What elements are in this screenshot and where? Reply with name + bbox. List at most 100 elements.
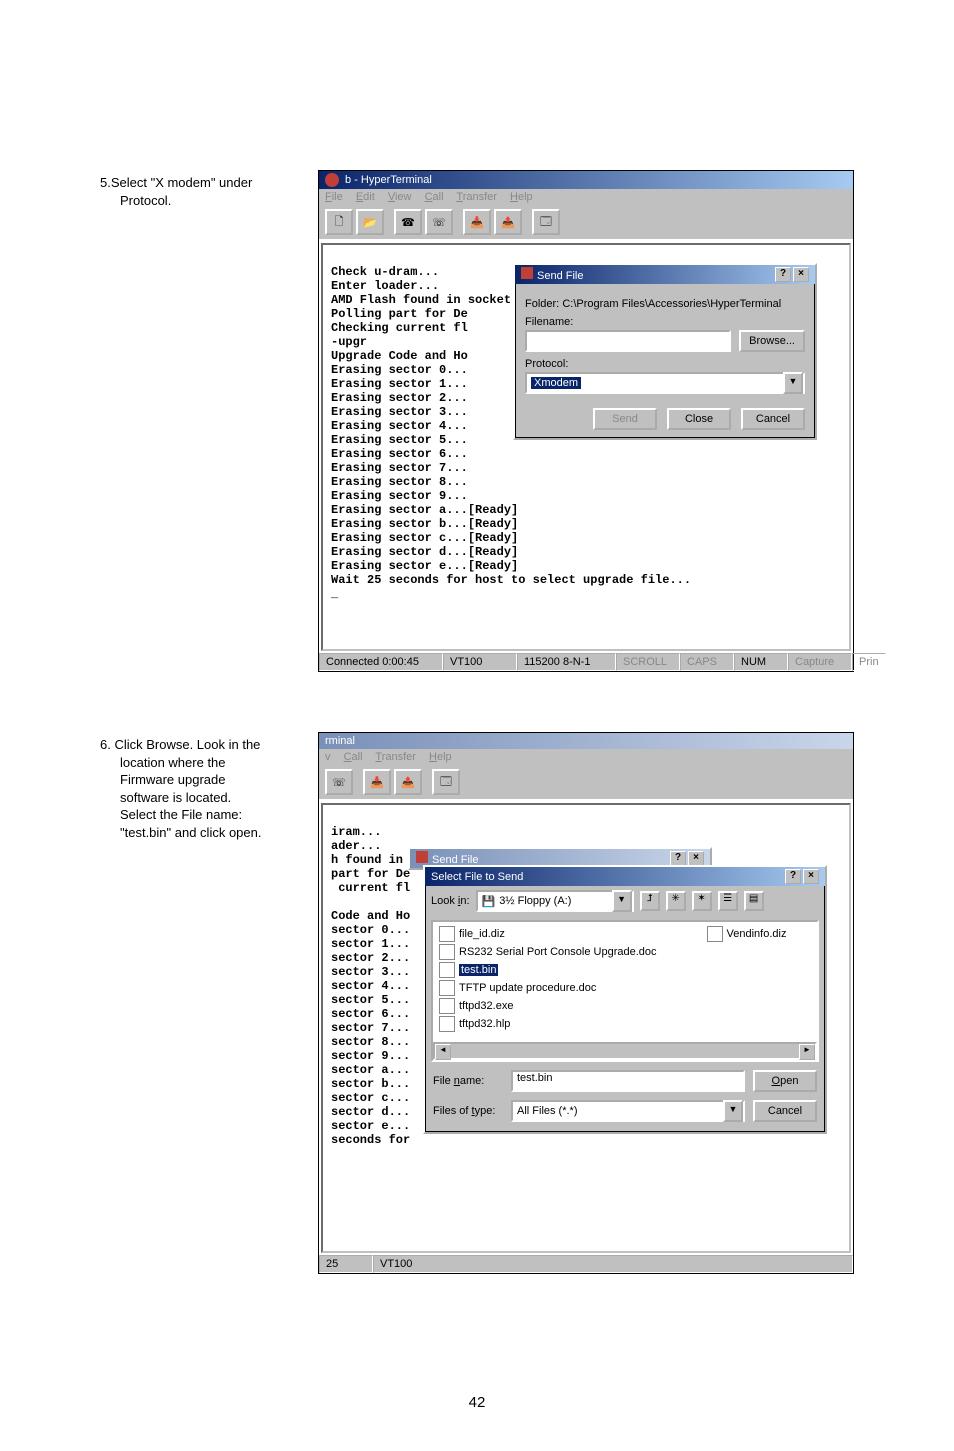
help-button[interactable]: ? bbox=[775, 267, 791, 282]
hyperterminal-icon bbox=[325, 173, 339, 187]
menu-v[interactable]: v bbox=[325, 751, 331, 763]
screenshot-2: rminal v Call Transfer Help ☏ 📥 📤 🗔 iram… bbox=[318, 732, 854, 1274]
toolbar-new-icon[interactable]: 🗋 bbox=[325, 209, 353, 235]
menu-help[interactable]: Help bbox=[510, 191, 533, 203]
status-scroll: SCROLL bbox=[616, 653, 680, 671]
toolbar-call-icon[interactable]: ☎ bbox=[394, 209, 422, 235]
close-button[interactable]: × bbox=[688, 851, 704, 866]
step-6-row: 6. Click Browse. Look in the location wh… bbox=[100, 732, 854, 1274]
step-6-head: 6. Click Browse. Look in the bbox=[100, 736, 300, 754]
scroll-left-icon[interactable]: ◄ bbox=[435, 1044, 451, 1060]
menu-edit[interactable]: Edit bbox=[356, 191, 375, 203]
file-col-right: Vendinfo.diz bbox=[707, 926, 787, 1056]
toolbar-sep bbox=[425, 769, 429, 795]
menu-call[interactable]: Call bbox=[425, 191, 444, 203]
toolbar-send-icon[interactable]: 📥 bbox=[363, 769, 391, 795]
menu-call[interactable]: Call bbox=[344, 751, 363, 763]
cancel-button[interactable]: Cancel bbox=[753, 1100, 817, 1122]
toolbar-receive-icon[interactable]: 📤 bbox=[394, 769, 422, 795]
file-name: RS232 Serial Port Console Upgrade.doc bbox=[459, 946, 657, 958]
page: 5.Select "X modem" under Protocol. b - H… bbox=[0, 0, 954, 1451]
window-title: rminal bbox=[325, 735, 355, 747]
filetype-select[interactable]: All Files (*.*) ▼ bbox=[511, 1100, 745, 1122]
menu-help[interactable]: Help bbox=[429, 751, 452, 763]
file-item[interactable]: tftpd32.hlp bbox=[439, 1016, 657, 1032]
toolbar-receive-icon[interactable]: 📤 bbox=[494, 209, 522, 235]
dialog-body: Folder: C:\Program Files\Accessories\Hyp… bbox=[515, 284, 815, 438]
window-titlebar: rminal bbox=[319, 733, 853, 749]
up-folder-icon[interactable]: ⮥ bbox=[640, 891, 660, 911]
file-item[interactable]: RS232 Serial Port Console Upgrade.doc bbox=[439, 944, 657, 960]
folder-value: C:\Program Files\Accessories\HyperTermin… bbox=[562, 298, 781, 310]
dropdown-icon[interactable]: ▼ bbox=[612, 890, 632, 912]
filename-input[interactable]: test.bin bbox=[511, 1070, 745, 1092]
select-file-dialog: Select File to Send ? × Look in: 💾3½ Flo… bbox=[423, 865, 827, 1134]
file-icon bbox=[439, 926, 455, 942]
dialog-title-buttons: ? × bbox=[670, 851, 704, 866]
window-title: b - HyperTerminal bbox=[345, 174, 432, 186]
status-caps: CAPS bbox=[680, 653, 734, 671]
list-view-icon[interactable]: ☰ bbox=[718, 891, 738, 911]
statusbar: Connected 0:00:45 VT100 115200 8-N-1 SCR… bbox=[319, 653, 853, 671]
protocol-row: Xmodem ▼ bbox=[525, 372, 805, 394]
toolbar-props-icon[interactable]: 🗔 bbox=[432, 769, 460, 795]
detail-view-icon[interactable]: ▤ bbox=[744, 891, 764, 911]
toolbar: ☏ 📥 📤 🗔 bbox=[319, 765, 853, 801]
fb-toolbar: Look in: 💾3½ Floppy (A:) ▼ ⮥ ✳ ✶ ☰ ▤ bbox=[425, 886, 825, 916]
dialog-title-buttons: ? × bbox=[785, 869, 819, 884]
help-button[interactable]: ? bbox=[785, 869, 801, 884]
filename-input[interactable] bbox=[525, 330, 731, 352]
floppy-icon: 💾 bbox=[482, 895, 496, 908]
exe-icon bbox=[439, 998, 455, 1014]
menu-file[interactable]: File bbox=[325, 191, 343, 203]
close-button[interactable]: × bbox=[803, 869, 819, 884]
new-folder-icon[interactable]: ✶ bbox=[692, 891, 712, 911]
filetype-label: Files of type: bbox=[433, 1105, 503, 1117]
toolbar-props-icon[interactable]: 🗔 bbox=[532, 209, 560, 235]
open-button[interactable]: Open bbox=[753, 1070, 817, 1092]
send-button[interactable]: Send bbox=[593, 408, 657, 430]
file-item[interactable]: TFTP update procedure.doc bbox=[439, 980, 657, 996]
filename-label: Filename: bbox=[525, 316, 805, 328]
file-item[interactable]: Vendinfo.diz bbox=[707, 926, 787, 942]
browse-button[interactable]: Browse... bbox=[739, 330, 805, 352]
dialog-title: Send File bbox=[537, 270, 583, 282]
file-list[interactable]: file_id.diz RS232 Serial Port Console Up… bbox=[431, 920, 819, 1062]
step-5-head: 5.Select "X modem" under bbox=[100, 174, 300, 192]
close-button[interactable]: × bbox=[793, 267, 809, 282]
file-item[interactable]: file_id.diz bbox=[439, 926, 657, 942]
close-dlg-button[interactable]: Close bbox=[667, 408, 731, 430]
window-titlebar: b - HyperTerminal bbox=[319, 171, 853, 189]
terminal-area: iram... ader... h found in socket part f… bbox=[321, 803, 851, 1253]
desktop-icon[interactable]: ✳ bbox=[666, 891, 686, 911]
doc-icon bbox=[439, 980, 455, 996]
file-item-selected[interactable]: test.bin bbox=[439, 962, 657, 978]
scroll-right-icon[interactable]: ► bbox=[799, 1044, 815, 1060]
cancel-button[interactable]: Cancel bbox=[741, 408, 805, 430]
h-scrollbar[interactable]: ◄► bbox=[433, 1042, 817, 1060]
toolbar-send-icon[interactable]: 📥 bbox=[463, 209, 491, 235]
dialog-icon bbox=[416, 851, 428, 863]
menu-view[interactable]: View bbox=[388, 191, 412, 203]
lookin-value: 3½ Floppy (A:) bbox=[499, 895, 571, 907]
menu-transfer[interactable]: Transfer bbox=[375, 751, 416, 763]
terminal-area: Check u-dram... Enter loader... AMD Flas… bbox=[321, 243, 851, 651]
menubar: v Call Transfer Help bbox=[319, 749, 853, 765]
dropdown-icon[interactable]: ▼ bbox=[783, 372, 803, 394]
file-col-left: file_id.diz RS232 Serial Port Console Up… bbox=[439, 926, 657, 1056]
menu-transfer[interactable]: Transfer bbox=[456, 191, 497, 203]
folder-label: Folder: bbox=[525, 298, 559, 310]
toolbar-hangup-icon[interactable]: ☏ bbox=[325, 769, 353, 795]
file-item[interactable]: tftpd32.exe bbox=[439, 998, 657, 1014]
status-num: NUM bbox=[734, 653, 788, 671]
filename-label: File name: bbox=[433, 1075, 503, 1087]
help-button[interactable]: ? bbox=[670, 851, 686, 866]
toolbar-hangup-icon[interactable]: ☏ bbox=[425, 209, 453, 235]
toolbar-open-icon[interactable]: 📂 bbox=[356, 209, 384, 235]
dialog-title: Select File to Send bbox=[431, 871, 523, 883]
protocol-select[interactable]: Xmodem ▼ bbox=[525, 372, 805, 394]
toolbar: 🗋 📂 ☎ ☏ 📥 📤 🗔 bbox=[319, 205, 853, 241]
dropdown-icon[interactable]: ▼ bbox=[723, 1100, 743, 1122]
lookin-label: Look in: bbox=[431, 895, 470, 907]
lookin-select[interactable]: 💾3½ Floppy (A:) ▼ bbox=[476, 890, 634, 912]
